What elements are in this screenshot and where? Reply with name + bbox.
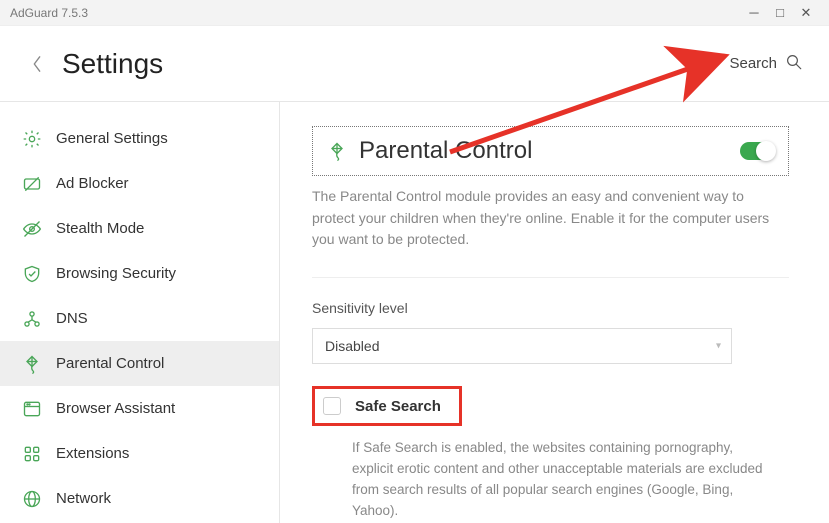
search-icon — [785, 53, 803, 75]
divider — [312, 277, 789, 278]
settings-sidebar: General Settings Ad Blocker Stealth Mode… — [0, 102, 280, 523]
toggle-knob — [756, 141, 776, 161]
page-title: Settings — [62, 48, 163, 80]
sidebar-item-label: DNS — [56, 310, 88, 327]
eye-slash-icon — [22, 219, 42, 239]
sidebar-item-extensions[interactable]: Extensions — [0, 431, 279, 476]
safe-search-checkbox[interactable] — [323, 397, 341, 415]
ad-block-icon — [22, 174, 42, 194]
safe-search-description: If Safe Search is enabled, the websites … — [312, 438, 772, 522]
shield-icon — [22, 264, 42, 284]
sidebar-item-label: Browser Assistant — [56, 400, 175, 417]
search-button[interactable]: Search — [729, 53, 803, 75]
sidebar-item-label: General Settings — [56, 130, 168, 147]
settings-header: Settings Search — [0, 26, 829, 102]
window-maximize-button[interactable]: □ — [767, 0, 793, 26]
sidebar-item-ad-blocker[interactable]: Ad Blocker — [0, 161, 279, 206]
panel-description: The Parental Control module provides an … — [312, 186, 789, 251]
panel-parental-control: Parental Control The Parental Control mo… — [280, 102, 829, 523]
sidebar-item-dns[interactable]: DNS — [0, 296, 279, 341]
sidebar-item-browser-assistant[interactable]: Browser Assistant — [0, 386, 279, 431]
sidebar-item-browsing-security[interactable]: Browsing Security — [0, 251, 279, 296]
sidebar-item-label: Parental Control — [56, 355, 164, 372]
chevron-down-icon: ▾ — [716, 341, 721, 352]
kite-icon — [22, 354, 42, 374]
globe-icon — [22, 489, 42, 509]
sidebar-item-label: Browsing Security — [56, 265, 176, 282]
browser-icon — [22, 399, 42, 419]
search-label: Search — [729, 55, 777, 72]
panel-title: Parental Control — [359, 137, 728, 165]
safe-search-row: Safe Search — [312, 386, 462, 426]
safe-search-label: Safe Search — [355, 398, 441, 415]
sidebar-item-label: Network — [56, 490, 111, 507]
gear-icon — [22, 129, 42, 149]
sidebar-item-stealth-mode[interactable]: Stealth Mode — [0, 206, 279, 251]
sidebar-item-parental-control[interactable]: Parental Control — [0, 341, 279, 386]
panel-header: Parental Control — [312, 126, 789, 176]
sensitivity-value: Disabled — [325, 338, 379, 354]
sidebar-item-label: Stealth Mode — [56, 220, 144, 237]
window-minimize-button[interactable]: ─ — [741, 0, 767, 26]
window-close-button[interactable]: ✕ — [793, 0, 819, 26]
extensions-icon — [22, 444, 42, 464]
window-titlebar: AdGuard 7.5.3 ─ □ ✕ — [0, 0, 829, 26]
sensitivity-select[interactable]: Disabled ▾ — [312, 328, 732, 364]
sidebar-item-network[interactable]: Network — [0, 476, 279, 521]
sensitivity-label: Sensitivity level — [312, 300, 789, 316]
kite-icon — [327, 141, 347, 161]
sidebar-item-label: Ad Blocker — [56, 175, 129, 192]
sidebar-item-label: Extensions — [56, 445, 129, 462]
dns-icon — [22, 309, 42, 329]
back-button[interactable] — [26, 53, 48, 75]
sidebar-item-general-settings[interactable]: General Settings — [0, 116, 279, 161]
window-title: AdGuard 7.5.3 — [10, 6, 88, 20]
parental-control-toggle[interactable] — [740, 142, 774, 160]
